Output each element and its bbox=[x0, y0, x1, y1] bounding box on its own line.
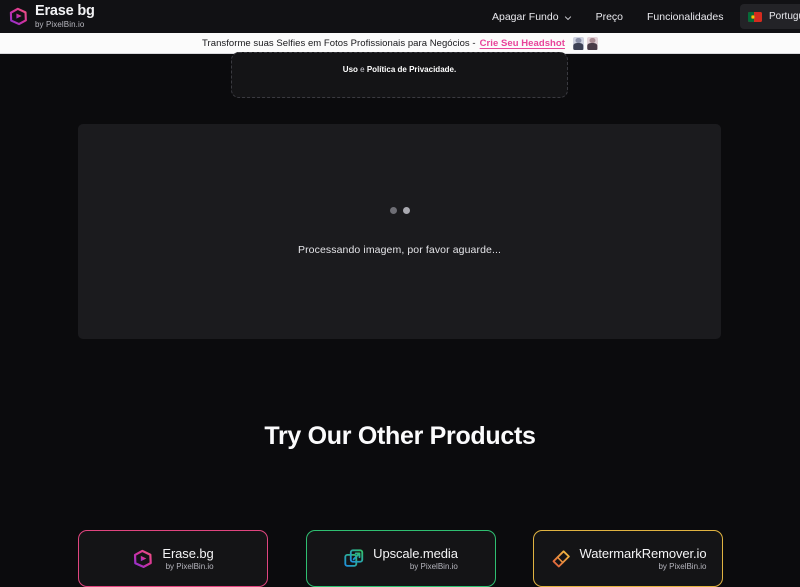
logo-subtitle: by PixelBin.io bbox=[35, 19, 85, 29]
upscale-media-icon bbox=[343, 548, 365, 570]
upload-dropzone[interactable]: Uso e Política de Privacidade. bbox=[231, 52, 568, 98]
terms-conjunction: e bbox=[357, 65, 367, 74]
product-subtitle: by PixelBin.io bbox=[409, 561, 458, 571]
terms-of-use-link[interactable]: Uso bbox=[343, 65, 358, 74]
nav-item-label: Preço bbox=[595, 10, 623, 23]
nav-item-label: Funcionalidades bbox=[647, 10, 724, 23]
language-selector[interactable]: Português bbox=[740, 4, 800, 29]
erasebg-product-icon bbox=[132, 548, 154, 570]
page-content: Uso e Política de Privacidade. Processan… bbox=[0, 52, 800, 587]
chevron-down-icon bbox=[564, 13, 572, 21]
erasebg-logo-icon bbox=[8, 6, 29, 27]
product-subtitle: by PixelBin.io bbox=[658, 561, 707, 571]
upload-terms-text: Uso e Política de Privacidade. bbox=[343, 65, 456, 74]
product-title: WatermarkRemover.io bbox=[579, 545, 707, 561]
products-heading: Try Our Other Products bbox=[264, 422, 536, 450]
processing-status-text: Processando imagem, por favor aguarde... bbox=[297, 244, 502, 256]
promo-banner: Transforme suas Selfies em Fotos Profiss… bbox=[0, 33, 800, 54]
privacy-policy-link[interactable]: Política de Privacidade. bbox=[367, 65, 456, 74]
headshot-thumbnail-2 bbox=[586, 36, 598, 50]
nav-item-preco[interactable]: Preço bbox=[584, 11, 635, 23]
nav-item-label: Apagar Fundo bbox=[492, 10, 559, 23]
product-subtitle: by PixelBin.io bbox=[165, 561, 214, 571]
nav-item-funcionalidades[interactable]: Funcionalidades bbox=[635, 11, 735, 23]
product-card-watermark-remover[interactable]: WatermarkRemover.io by PixelBin.io bbox=[533, 530, 723, 587]
site-header: Erase bg by PixelBin.io Apagar Fundo Pre… bbox=[0, 0, 800, 33]
nav-item-apagar-fundo[interactable]: Apagar Fundo bbox=[480, 11, 584, 23]
headshot-thumbnail-1 bbox=[572, 36, 584, 50]
image-processing-panel: Processando imagem, por favor aguarde... bbox=[78, 124, 721, 339]
loading-dots-icon bbox=[389, 207, 410, 214]
logo-title: Erase bg bbox=[35, 3, 95, 20]
promo-cta-link[interactable]: Crie Seu Headshot bbox=[480, 38, 565, 49]
product-cards: Erase.bg by PixelBin.io Upscale.media by… bbox=[78, 530, 723, 587]
main-navigation: Apagar Fundo Preço Funcionalidades bbox=[480, 0, 735, 33]
loading-dot bbox=[389, 207, 397, 214]
product-title: Upscale.media bbox=[373, 545, 458, 561]
portugal-flag-icon bbox=[748, 11, 762, 22]
site-logo[interactable]: Erase bg by PixelBin.io bbox=[0, 4, 95, 29]
promo-text: Transforme suas Selfies em Fotos Profiss… bbox=[202, 37, 476, 49]
language-label: Português bbox=[769, 11, 800, 22]
product-card-upscale-media[interactable]: Upscale.media by PixelBin.io bbox=[305, 530, 496, 587]
product-card-erasebg[interactable]: Erase.bg by PixelBin.io bbox=[78, 530, 268, 587]
watermark-remover-icon bbox=[550, 548, 572, 570]
product-title: Erase.bg bbox=[162, 545, 214, 561]
loading-dot bbox=[402, 207, 410, 214]
promo-avatars bbox=[572, 36, 598, 50]
